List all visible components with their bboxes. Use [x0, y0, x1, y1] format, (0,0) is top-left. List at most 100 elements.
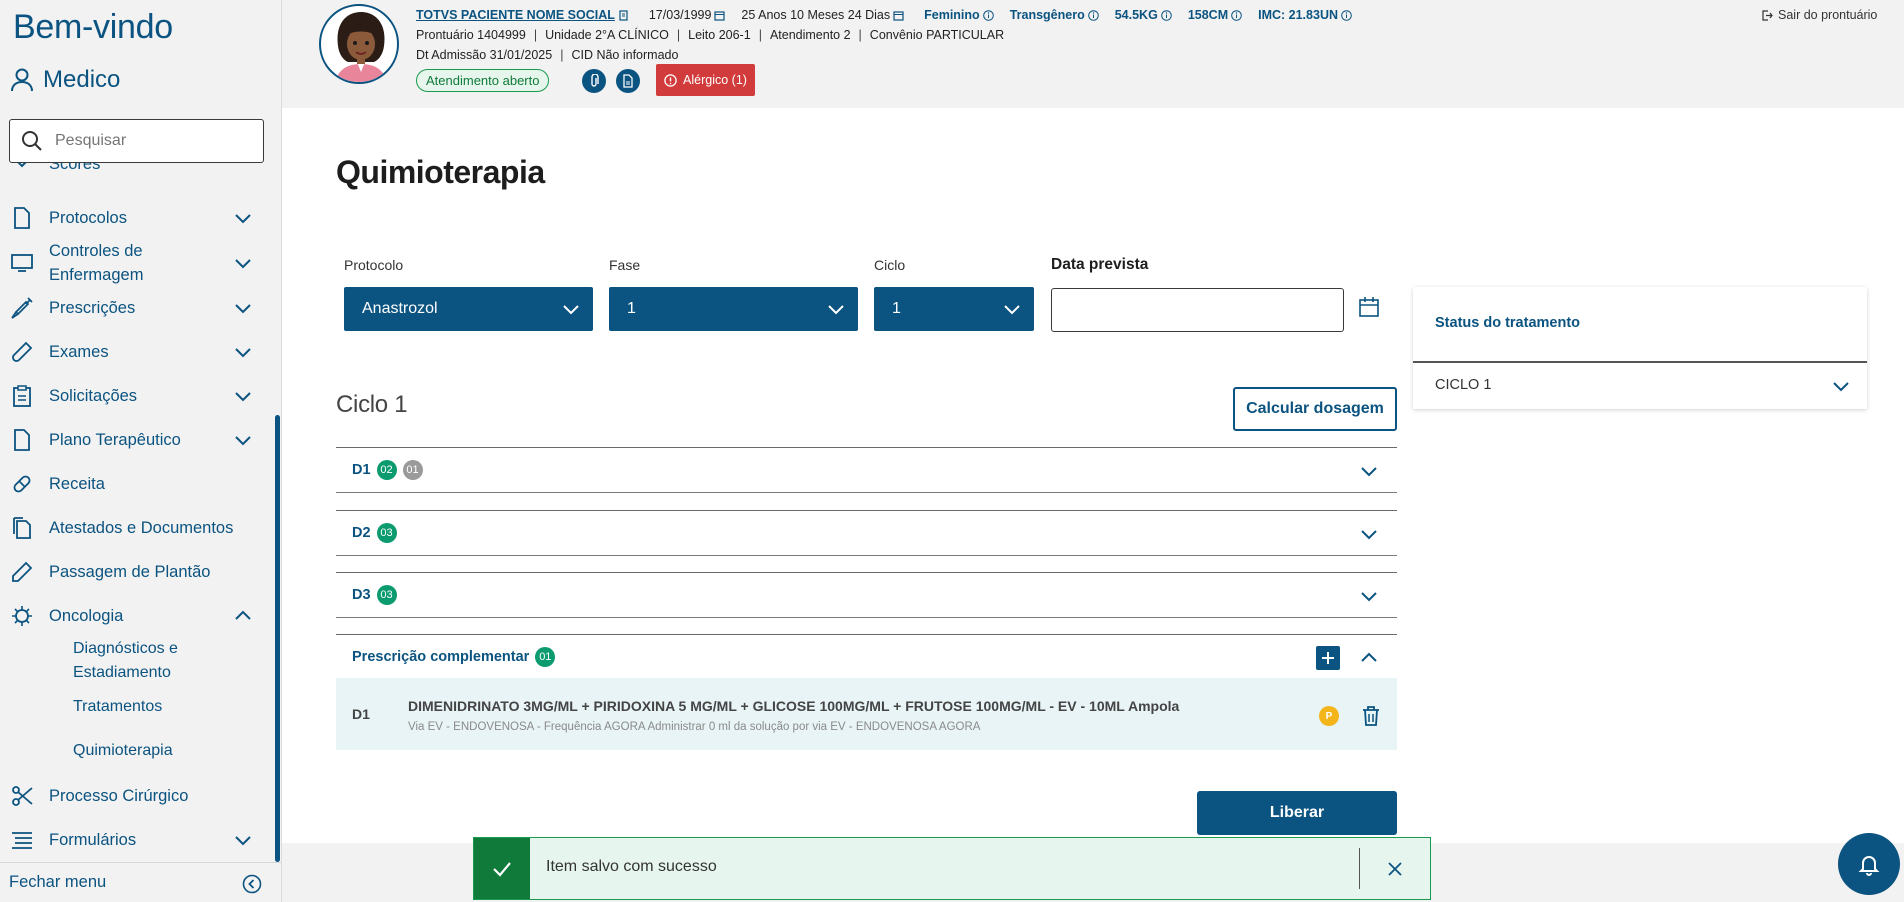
- data-prevista-label: Data prevista: [1051, 256, 1149, 273]
- trash-icon[interactable]: [1360, 705, 1382, 727]
- info-icon[interactable]: [1341, 9, 1352, 21]
- protocolo-label: Protocolo: [344, 257, 404, 273]
- count-badge: 01: [402, 460, 423, 480]
- day-label: D1: [352, 462, 371, 478]
- sidebar-item-solicitacoes[interactable]: Solicitações: [0, 381, 272, 411]
- patient-weight: 54.5KG: [1114, 8, 1158, 22]
- cycle-item[interactable]: CICLO 1: [1435, 377, 1491, 393]
- logout-label: Sair do prontuário: [1778, 8, 1878, 22]
- sidebar-item-atestados[interactable]: Atestados e Documentos: [0, 513, 272, 543]
- protocolo-value: Anastrozol: [362, 300, 438, 317]
- user-role[interactable]: Medico: [11, 66, 120, 94]
- chevron-down-icon[interactable]: [1833, 378, 1849, 394]
- info-icon[interactable]: [1231, 9, 1242, 21]
- fase-select[interactable]: 1: [609, 287, 858, 331]
- sidebar-subitem-label: Estadiamento: [73, 664, 171, 681]
- chevron-down-icon: [235, 392, 251, 402]
- virus-icon: [11, 605, 33, 627]
- monitor-icon: [11, 252, 33, 274]
- document-button[interactable]: [616, 69, 640, 93]
- data-prevista-input[interactable]: [1051, 288, 1344, 332]
- prescription-item[interactable]: D1 DIMENIDRINATO 3MG/ML + PIRIDOXINA 5 M…: [336, 678, 1397, 750]
- close-icon[interactable]: [1386, 860, 1404, 878]
- chevron-down-icon: [1004, 305, 1020, 315]
- bell-icon: [1858, 856, 1880, 876]
- liberar-button[interactable]: Liberar: [1197, 791, 1397, 835]
- info-icon[interactable]: [1087, 9, 1099, 21]
- sidebar-item-scores[interactable]: Scores: [0, 163, 272, 179]
- info-icon[interactable]: [1161, 9, 1172, 21]
- ciclo-value: 1: [892, 300, 901, 317]
- protocolo-select[interactable]: Anastrozol: [344, 287, 593, 331]
- cycle-heading: Ciclo 1: [336, 391, 408, 418]
- calcular-dosagem-button[interactable]: Calcular dosagem: [1233, 387, 1397, 431]
- status-badge: P: [1319, 706, 1339, 726]
- chevron-down-icon: [1361, 467, 1377, 477]
- patient-prontuario: Prontuário 1404999: [416, 28, 526, 42]
- sidebar-item-prescricoes[interactable]: Prescrições: [0, 293, 272, 323]
- sidebar-menu[interactable]: Scores Protocolos Controles de Enfermage…: [0, 163, 272, 858]
- sidebar-item-label: Scores: [49, 163, 101, 173]
- scissors-icon: [11, 785, 33, 807]
- patient-imc: IMC: 21.83UN: [1258, 8, 1338, 22]
- sidebar-item-receita[interactable]: Receita: [0, 469, 272, 499]
- sidebar-item-processo-cirurgico[interactable]: Processo Cirúrgico: [0, 781, 272, 811]
- chevron-down-icon: [11, 163, 33, 175]
- sidebar-subitem-quimioterapia[interactable]: Quimioterapia: [73, 739, 173, 763]
- search-input[interactable]: [55, 132, 245, 150]
- calendar-icon[interactable]: [1358, 296, 1380, 318]
- sidebar-subitem-diagnosticos[interactable]: Diagnósticos e Estadiamento: [73, 637, 178, 685]
- patient-admissao: Dt Admissão 31/01/2025: [416, 48, 553, 62]
- sidebar-item-label: Oncologia: [49, 607, 124, 625]
- ciclo-select[interactable]: 1: [874, 287, 1034, 331]
- prescricao-complementar-accordion[interactable]: Prescrição complementar 01: [336, 634, 1397, 680]
- day-accordion-d2[interactable]: D2 03: [336, 510, 1397, 556]
- item-day: D1: [352, 706, 370, 722]
- welcome-title: Bem-vindo: [13, 8, 173, 46]
- patient-info-row-1: TOTVS PACIENTE NOME SOCIAL 17/03/1999 25…: [416, 8, 1352, 22]
- paperclip-icon: [591, 74, 599, 87]
- search-box[interactable]: [9, 119, 264, 163]
- attachment-button[interactable]: [582, 69, 606, 93]
- count-badge: 01: [535, 647, 556, 667]
- add-button[interactable]: [1316, 646, 1340, 670]
- day-accordion-d1[interactable]: D1 02 01: [336, 447, 1397, 493]
- sidebar-scrollbar[interactable]: [275, 415, 280, 862]
- divider: [1413, 361, 1867, 363]
- sidebar-item-controles-enfermagem[interactable]: Controles de Enfermagem: [0, 239, 272, 287]
- sidebar-subitem-tratamentos[interactable]: Tratamentos: [73, 695, 162, 719]
- separator: |: [533, 28, 538, 42]
- sidebar-item-protocolos[interactable]: Protocolos: [0, 203, 272, 233]
- divider: [1359, 848, 1360, 889]
- patient-gender: Transgênero: [1009, 8, 1085, 22]
- list-icon: [11, 829, 33, 851]
- status-badge: Atendimento aberto: [416, 69, 550, 92]
- document-icon: [11, 207, 33, 229]
- separator: |: [758, 28, 762, 42]
- fase-value: 1: [627, 300, 636, 317]
- patient-sex: Feminino: [924, 8, 980, 22]
- clipboard-icon: [11, 385, 33, 407]
- allergy-button[interactable]: Alérgico (1): [656, 64, 755, 96]
- day-label: D2: [352, 525, 371, 541]
- logout-link[interactable]: Sair do prontuário: [1762, 8, 1877, 22]
- sidebar-item-plano-terapeutico[interactable]: Plano Terapêutico: [0, 425, 272, 455]
- collapse-icon: [242, 874, 262, 894]
- pill-icon: [11, 473, 33, 495]
- sidebar-item-exames[interactable]: Exames: [0, 337, 272, 367]
- notifications-button[interactable]: [1838, 833, 1900, 895]
- patient-height: 158CM: [1187, 8, 1229, 22]
- close-menu-button[interactable]: Fechar menu: [0, 862, 282, 902]
- separator: |: [560, 48, 564, 62]
- syringe-icon: [11, 297, 33, 319]
- patient-name-link[interactable]: TOTVS PACIENTE NOME SOCIAL: [416, 8, 615, 22]
- copy-icon[interactable]: [618, 9, 629, 21]
- day-accordion-d3[interactable]: D3 03: [336, 572, 1397, 618]
- sidebar-item-passagem-plantao[interactable]: Passagem de Plantão: [0, 557, 272, 587]
- info-icon[interactable]: [982, 9, 994, 21]
- sidebar-item-formularios[interactable]: Formulários: [0, 825, 272, 855]
- sidebar-item-oncologia[interactable]: Oncologia: [0, 601, 272, 631]
- patient-atendimento: Atendimento 2: [769, 28, 851, 42]
- calendar-icon: [714, 10, 726, 21]
- check-icon: [474, 838, 530, 899]
